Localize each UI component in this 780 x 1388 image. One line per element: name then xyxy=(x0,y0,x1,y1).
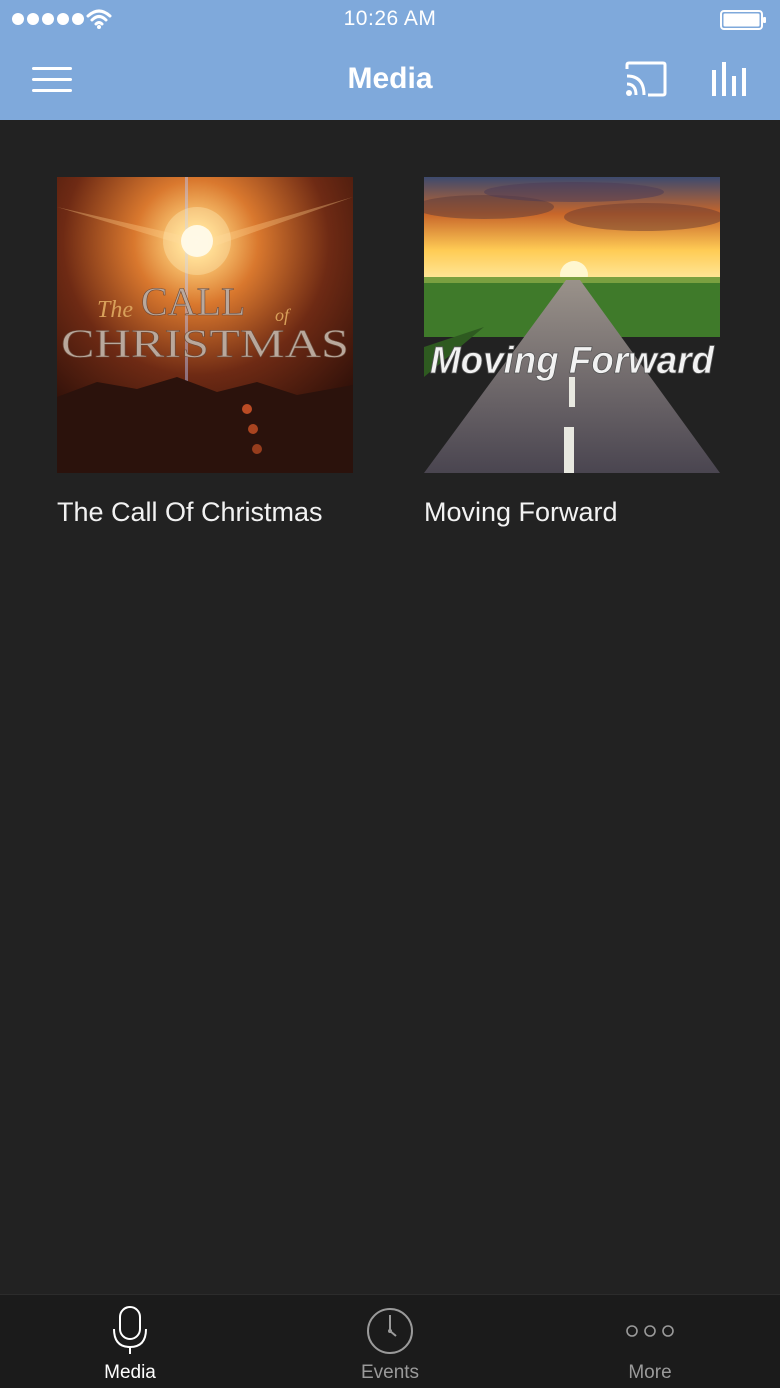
media-item-call-of-christmas[interactable]: The CALL of CHRISTMAS The Call Of Christ… xyxy=(57,177,357,528)
microphone-icon xyxy=(113,1306,147,1354)
top-bar: 10:26 AM Media xyxy=(0,0,780,120)
status-time: 10:26 AM xyxy=(343,7,437,30)
artwork-text-christmas: CHRISTMAS xyxy=(61,321,349,366)
more-dots-icon xyxy=(626,1325,674,1337)
tab-bar: Media Events More xyxy=(0,1294,780,1388)
media-item-moving-forward[interactable]: Moving Forward Moving Forward xyxy=(424,177,724,528)
tab-label: Events xyxy=(360,1362,420,1383)
status-bar: 10:26 AM xyxy=(0,0,780,40)
media-title[interactable]: Moving Forward xyxy=(424,497,724,528)
media-grid: The CALL of CHRISTMAS The Call Of Christ… xyxy=(0,120,780,1294)
nav-bar: Media xyxy=(0,40,780,120)
artwork-text-the: The xyxy=(97,297,133,323)
artwork-text-moving-forward: Moving Forward xyxy=(430,340,715,382)
battery-icon xyxy=(720,10,766,30)
tab-media[interactable]: Media xyxy=(0,1295,260,1388)
media-title[interactable]: The Call Of Christmas xyxy=(57,497,357,528)
tab-label: Media xyxy=(104,1362,156,1383)
bar-chart-icon[interactable] xyxy=(710,58,748,98)
moving-forward-artwork[interactable]: Moving Forward xyxy=(424,177,720,473)
tab-events[interactable]: Events xyxy=(260,1295,520,1388)
cast-icon[interactable] xyxy=(624,60,668,98)
artwork-text-call: CALL xyxy=(141,279,245,324)
tab-more[interactable]: More xyxy=(520,1295,780,1388)
clock-icon xyxy=(367,1308,413,1354)
call-of-christmas-artwork[interactable]: The CALL of CHRISTMAS xyxy=(57,177,353,473)
tab-label: More xyxy=(628,1362,672,1383)
